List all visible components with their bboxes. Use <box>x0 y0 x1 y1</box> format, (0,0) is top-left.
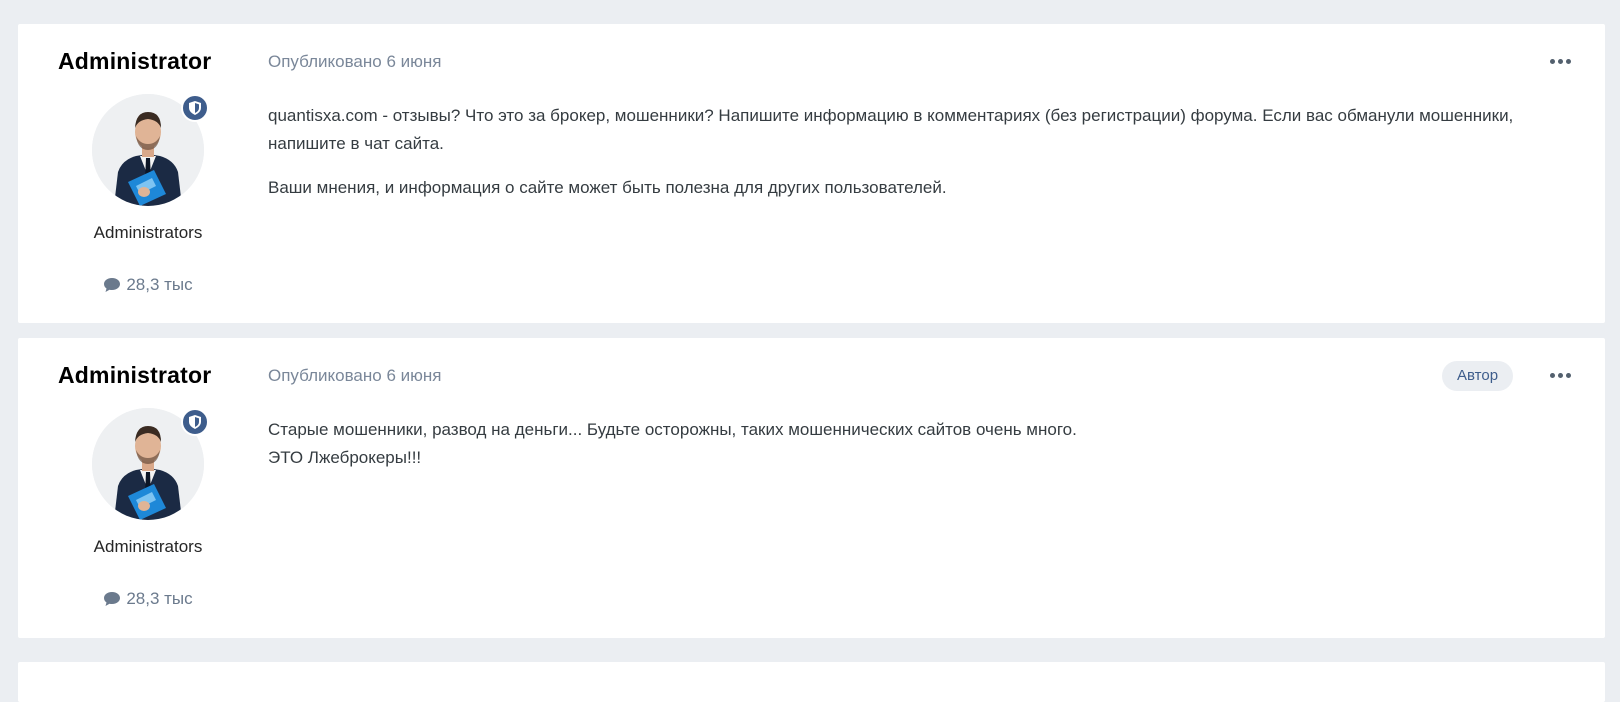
user-group: Administrators <box>93 537 203 556</box>
forum-post: Administrator Administrators 28,3 тыс Оп… <box>18 338 1605 638</box>
ellipsis-icon <box>1549 58 1555 64</box>
author-badge: Автор <box>1442 361 1514 391</box>
post-content: quantisxa.com - отзывы? Что это за броке… <box>268 102 1548 218</box>
post-count-value: 28,3 тыс <box>126 275 193 294</box>
forum-post <box>18 662 1605 702</box>
post-paragraph: Ваши мнения, и информация о сайте может … <box>268 178 947 197</box>
post-options-button[interactable] <box>1545 366 1575 384</box>
post-count: 28,3 тыс <box>18 589 278 609</box>
post-date-link[interactable]: Опубликовано 6 июня <box>268 366 441 386</box>
author-name-link[interactable]: Administrator <box>58 48 211 75</box>
shield-icon <box>181 94 209 122</box>
post-count-value: 28,3 тыс <box>126 589 193 608</box>
post-paragraph: Старые мошенники, развод на деньги... Бу… <box>268 420 1077 439</box>
ellipsis-icon <box>1549 372 1555 378</box>
post-options-button[interactable] <box>1545 52 1575 70</box>
comment-icon <box>104 278 121 292</box>
forum-post: Administrator Administrators 28,3 тыс Оп… <box>18 24 1605 323</box>
post-paragraph: ЭТО Лжеброкеры!!! <box>268 448 422 467</box>
user-group: Administrators <box>93 223 203 242</box>
post-paragraph: quantisxa.com - отзывы? Что это за броке… <box>268 106 1514 153</box>
post-content: Старые мошенники, развод на деньги... Бу… <box>268 416 1548 472</box>
post-count: 28,3 тыс <box>18 275 278 295</box>
author-name-link[interactable]: Administrator <box>58 362 211 389</box>
post-date-link[interactable]: Опубликовано 6 июня <box>268 52 441 72</box>
comment-icon <box>104 592 121 606</box>
shield-icon <box>181 408 209 436</box>
